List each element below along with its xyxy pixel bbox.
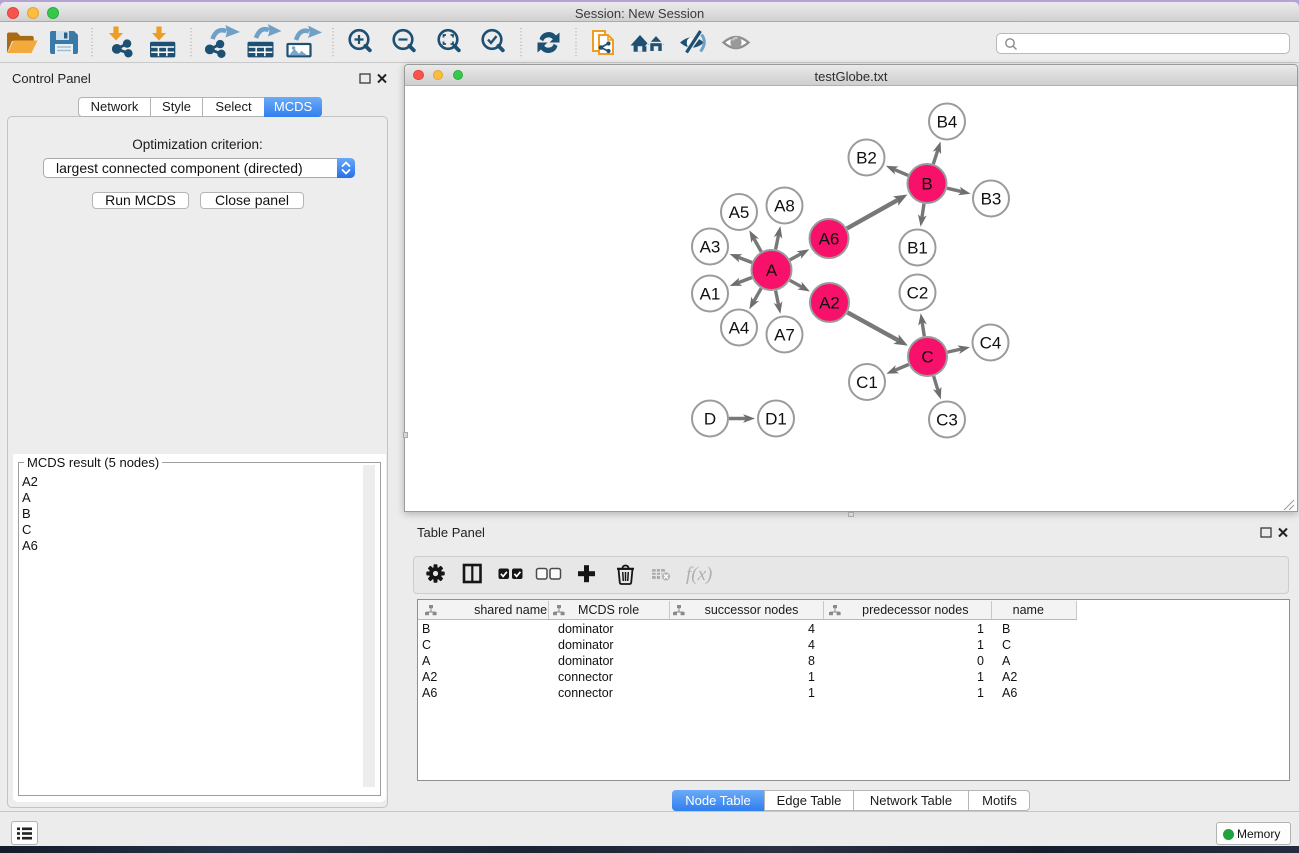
svg-text:C2: C2	[907, 284, 929, 303]
svg-text:B1: B1	[907, 239, 928, 258]
svg-text:B2: B2	[856, 149, 877, 168]
svg-text:C4: C4	[980, 334, 1002, 353]
svg-text:A5: A5	[729, 203, 750, 222]
svg-text:D1: D1	[765, 410, 787, 429]
svg-text:C1: C1	[856, 373, 878, 392]
svg-text:A8: A8	[774, 197, 795, 216]
svg-text:B: B	[921, 175, 932, 194]
svg-text:C3: C3	[936, 411, 958, 430]
svg-text:D: D	[704, 410, 716, 429]
svg-text:B4: B4	[937, 113, 958, 132]
svg-text:A3: A3	[700, 238, 721, 257]
svg-text:B3: B3	[981, 190, 1002, 209]
svg-text:A7: A7	[774, 326, 795, 345]
svg-text:C: C	[921, 348, 933, 367]
svg-text:A4: A4	[729, 319, 750, 338]
svg-text:A2: A2	[819, 294, 840, 313]
svg-text:A: A	[766, 261, 778, 280]
svg-text:A6: A6	[819, 230, 840, 249]
svg-text:A1: A1	[700, 285, 721, 304]
svg-text:f(x): f(x)	[686, 564, 712, 585]
